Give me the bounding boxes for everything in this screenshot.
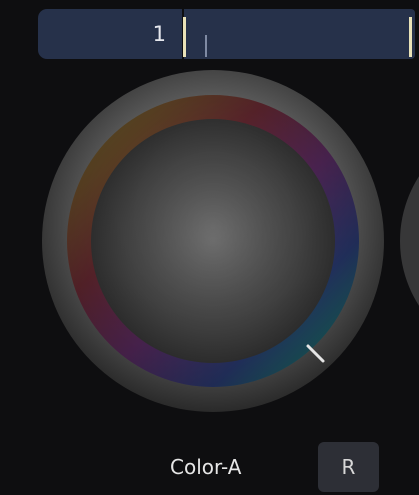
color-wheel-label: Color-A	[170, 455, 242, 479]
reset-button[interactable]: R	[318, 442, 379, 492]
color-wheel-secondary-partial	[400, 176, 419, 306]
